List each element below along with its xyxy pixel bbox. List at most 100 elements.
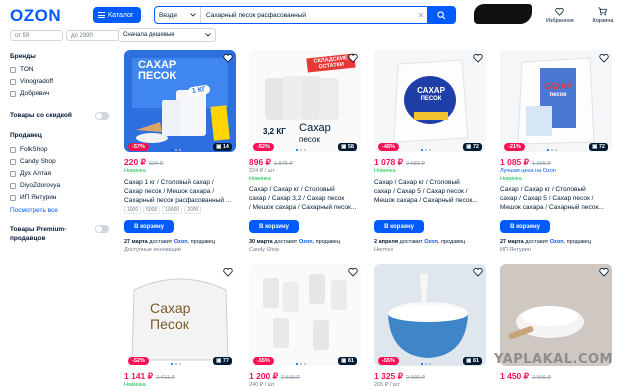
image-title-line: Песок [150, 316, 189, 332]
price-from-input[interactable]: от 59 [10, 30, 63, 41]
delivery-date: 27 марта [500, 239, 524, 245]
search-scope-select[interactable]: Везде [155, 7, 201, 23]
seller-label: Candy Shop [20, 158, 56, 165]
image-pager[interactable] [296, 363, 306, 365]
price: 1 085 ₽1 390 ₽ [500, 157, 551, 168]
discount-filter-title: Товары со скидкой [10, 112, 72, 119]
new-badge: Новинка [500, 176, 522, 182]
seller-checkbox[interactable]: ИП Янтурин [10, 194, 57, 201]
show-all-sellers-link[interactable]: Посмотреть все [10, 207, 58, 214]
sort-select[interactable]: Сначала дешевые [118, 28, 216, 42]
favorites-link[interactable]: Избранное [544, 18, 576, 24]
new-badge: Новинка [124, 382, 146, 388]
weight-chip[interactable]: 2000 [184, 206, 202, 214]
catalog-button[interactable]: Каталог [93, 7, 141, 23]
sellers-title: Продавец [10, 132, 42, 139]
brand-checkbox[interactable]: Добрявич [10, 90, 49, 97]
product-image[interactable]: САХАР ПЕСОК [374, 50, 486, 152]
premium-title-line: Товары Premium- [10, 226, 67, 233]
new-badge: Новинка [124, 168, 146, 174]
old-price: 2 900 ₽ [406, 375, 425, 381]
old-price: 1 390 ₽ [532, 161, 551, 167]
image-pager[interactable] [171, 363, 181, 365]
image-pager[interactable] [421, 149, 431, 151]
heart-icon[interactable] [599, 53, 609, 63]
cart-link[interactable]: Корзина [587, 18, 619, 24]
weight-chip[interactable]: 10000 [162, 206, 183, 214]
search-input[interactable] [201, 7, 415, 23]
heart-icon[interactable] [473, 267, 483, 277]
clear-icon[interactable]: ✕ [415, 11, 427, 20]
product-image[interactable]: СКЛАДСКИЕ ОСТАТКИ 3,2 КГ Сахар песок [249, 50, 361, 152]
discount-badge: -52% [128, 357, 149, 365]
delivery-info: 2 апреля доставит Ozon, продавец [374, 239, 465, 245]
seller-checkbox[interactable]: DiyoZdorovya [10, 182, 60, 189]
seller-name[interactable]: ИП Янтурин [500, 247, 531, 253]
ozon-logo[interactable]: OZON [10, 6, 61, 26]
image-pager[interactable] [547, 149, 557, 151]
product-image[interactable]: Сахар Песок [124, 264, 236, 366]
heart-icon[interactable] [555, 7, 564, 16]
weight-chip[interactable]: 5000 [143, 206, 161, 214]
search-button[interactable] [427, 7, 455, 23]
seller-name[interactable]: Hermes [374, 247, 393, 253]
unit-price: 224 ₽ / шт [249, 168, 275, 174]
rating-badge: ▣ 58 [338, 143, 357, 151]
redacted-area [508, 14, 526, 24]
discount-badge: -21% [504, 143, 525, 151]
seller-name[interactable]: Доступные инновации [124, 247, 181, 253]
seller-checkbox[interactable]: FolkShop [10, 146, 47, 153]
price: 1 078 ₽2 083 ₽ [374, 157, 425, 168]
delivery-brand: Ozon [298, 239, 313, 245]
menu-icon [98, 12, 105, 18]
discount-badge: -55% [253, 357, 274, 365]
old-price: 1 875 ₽ [273, 161, 293, 167]
image-pager[interactable] [421, 363, 431, 365]
product-image[interactable] [374, 264, 486, 366]
sugar-sack-image [500, 50, 612, 152]
seller-checkbox[interactable]: Дух Алтая [10, 170, 51, 177]
add-to-cart-button[interactable]: В корзину [124, 220, 174, 233]
weight-chip[interactable]: 1000 [124, 206, 142, 214]
cart-icon[interactable] [598, 7, 607, 16]
delivery-date: 30 марта [249, 239, 273, 245]
discount-toggle[interactable] [95, 112, 109, 120]
heart-icon[interactable] [223, 267, 233, 277]
brand-checkbox[interactable]: TON [10, 66, 34, 73]
new-badge: Новинка [374, 168, 396, 174]
premium-toggle[interactable] [95, 225, 109, 233]
seller-checkbox[interactable]: Candy Shop [10, 158, 56, 165]
image-pager[interactable] [171, 149, 181, 151]
delivery-tail: , продавец [437, 239, 466, 245]
seller-name[interactable]: Candy Shop [249, 247, 279, 253]
product-title[interactable]: Сахар / Сахар кг / Столовый сахар / Саха… [500, 185, 612, 212]
product-image[interactable] [500, 264, 612, 366]
add-to-cart-button[interactable]: В корзину [500, 220, 550, 233]
discount-badge: -55% [378, 357, 399, 365]
heart-icon[interactable] [348, 53, 358, 63]
product-image[interactable]: САХАР ПЕСОК 1 КГ [124, 50, 236, 152]
delivery-brand: Ozon [424, 239, 438, 245]
new-badge: Новинка [249, 176, 271, 182]
product-image[interactable]: САХАР песок [500, 50, 612, 152]
title-line: Сахар / Сахар кг / Столовый [374, 179, 460, 186]
unit-price: 240 ₽ / шт [249, 382, 275, 388]
image-pager[interactable] [296, 149, 306, 151]
sort-label: Сначала дешевые [123, 32, 175, 38]
heart-icon[interactable] [223, 53, 233, 63]
add-to-cart-button[interactable]: В корзину [374, 220, 424, 233]
price-to-input[interactable]: до 2990 [66, 30, 119, 41]
brand-checkbox[interactable]: Vinogradoff [10, 78, 53, 85]
rating-badge: ▣ 14 [213, 143, 232, 151]
heart-icon[interactable] [348, 267, 358, 277]
rating-badge: ▣ 77 [213, 357, 232, 365]
product-image[interactable] [249, 264, 361, 366]
heart-icon[interactable] [473, 53, 483, 63]
price: 1 200 ₽2 500 ₽ [249, 371, 300, 382]
heart-icon[interactable] [599, 267, 609, 277]
delivery-by: доставит [525, 239, 549, 245]
product-title[interactable]: Сахар / Сахар кг / Столовый сахар / Саха… [374, 178, 486, 205]
add-to-cart-button[interactable]: В корзину [249, 220, 299, 233]
product-title[interactable]: Сахар / Сахар кг / Столовый сахар / Саха… [249, 185, 361, 212]
product-title[interactable]: Сахар 1 кг / Столовый сахар / Сахар песо… [124, 178, 236, 205]
